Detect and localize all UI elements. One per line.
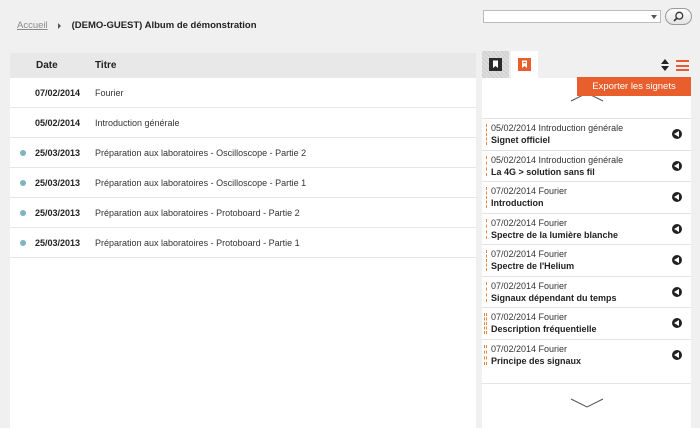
bookmark-item[interactable]: 05/02/2014 Introduction générale La 4G > … bbox=[482, 149, 691, 181]
bookmark-level-marker bbox=[486, 218, 487, 239]
status-dot-icon bbox=[20, 150, 26, 156]
bookmark-name: Principe des signaux bbox=[491, 355, 582, 366]
bookmark-list: 05/02/2014 Introduction générale Signet o… bbox=[482, 118, 691, 370]
bookmark-meta: 07/02/2014 Fourier bbox=[491, 312, 568, 322]
table-row[interactable]: 25/03/2013 Préparation aux laboratoires -… bbox=[10, 198, 476, 228]
bookmark-name: Spectre de l'Helium bbox=[491, 261, 575, 271]
bookmark-meta: 07/02/2014 Fourier bbox=[491, 343, 568, 354]
bookmark-name: Signet officiel bbox=[491, 135, 551, 145]
row-title: Introduction générale bbox=[95, 117, 180, 128]
user-bookmark-icon bbox=[518, 58, 531, 71]
breadcrumb-chevron-right-icon bbox=[57, 22, 61, 29]
bookmark-level-marker bbox=[486, 344, 487, 365]
table-body: 07/02/2014 Fourier 05/02/2014 Introduction … bbox=[10, 78, 476, 258]
bookmark-meta: 07/02/2014 Fourier bbox=[491, 249, 568, 259]
tab-personal-bookmarks[interactable] bbox=[511, 51, 538, 78]
bookmark-item[interactable]: 07/02/2014 Fourier Principe des signaux bbox=[482, 338, 691, 370]
breadcrumb-home-link[interactable]: Accueil bbox=[17, 20, 48, 31]
bookmark-level-marker bbox=[486, 124, 487, 145]
bookmark-level-marker bbox=[486, 155, 487, 176]
bookmark-meta: 07/02/2014 Fourier bbox=[491, 280, 568, 291]
play-bookmark-icon[interactable] bbox=[672, 160, 682, 171]
bookmarks-panel: 05/02/2014 Introduction générale Signet o… bbox=[482, 78, 691, 428]
bookmark-level-marker bbox=[484, 344, 485, 365]
bookmark-name: Spectre de la lumière blanche bbox=[491, 229, 619, 240]
chevron-down-icon bbox=[570, 398, 603, 408]
bookmark-name: Introduction bbox=[491, 198, 544, 208]
column-header-date[interactable]: Date bbox=[10, 60, 95, 71]
status-dot-icon bbox=[20, 210, 26, 216]
bookmark-item[interactable]: 07/02/2014 Fourier Description fréquentie… bbox=[482, 307, 691, 339]
bookmark-item[interactable]: 07/02/2014 Fourier Spectre de la lumière … bbox=[482, 212, 691, 244]
row-date: 07/02/2014 bbox=[35, 87, 81, 98]
bookmark-item[interactable]: 05/02/2014 Introduction générale Signet o… bbox=[482, 118, 691, 150]
bookmark-name: Description fréquentielle bbox=[491, 324, 597, 334]
bookmark-name: La 4G > solution sans fil bbox=[491, 166, 595, 177]
breadcrumb: Accueil (DEMO-GUEST) Album de démonstrat… bbox=[17, 20, 257, 31]
row-title: Préparation aux laboratoires - Oscillosc… bbox=[95, 177, 307, 188]
search-select[interactable] bbox=[483, 10, 661, 23]
row-title: Préparation aux laboratoires - Protoboar… bbox=[95, 207, 300, 218]
row-title: Préparation aux laboratoires - Oscillosc… bbox=[95, 147, 307, 158]
export-bookmarks-button[interactable]: Exporter les signets bbox=[577, 77, 691, 96]
status-dot-icon bbox=[20, 180, 26, 186]
table-row[interactable]: 25/03/2013 Préparation aux laboratoires -… bbox=[10, 228, 476, 258]
bookmark-item[interactable]: 07/02/2014 Fourier Introduction bbox=[482, 181, 691, 213]
bookmark-item[interactable]: 07/02/2014 Fourier Signaux dépendant du t… bbox=[482, 275, 691, 307]
play-bookmark-icon[interactable] bbox=[672, 192, 682, 202]
chevron-down-icon bbox=[651, 15, 657, 19]
table-row[interactable]: 07/02/2014 Fourier bbox=[10, 78, 476, 108]
bookmark-meta: 05/02/2014 Introduction générale bbox=[491, 123, 624, 133]
table-row[interactable]: 25/03/2013 Préparation aux laboratoires -… bbox=[10, 168, 476, 198]
table-row[interactable]: 25/03/2013 Préparation aux laboratoires -… bbox=[10, 138, 476, 168]
status-dot-icon bbox=[20, 240, 26, 246]
search-icon bbox=[673, 11, 684, 22]
bookmark-level-marker bbox=[486, 313, 487, 334]
bookmark-meta: 05/02/2014 Introduction générale bbox=[491, 154, 624, 165]
bookmark-level-marker bbox=[486, 187, 487, 208]
bookmark-level-marker bbox=[486, 250, 487, 271]
row-date: 05/02/2014 bbox=[35, 117, 81, 128]
bookmark-icon bbox=[489, 58, 502, 71]
search-button[interactable] bbox=[665, 8, 692, 25]
play-bookmark-icon[interactable] bbox=[672, 129, 682, 139]
row-title: Préparation aux laboratoires - Protoboar… bbox=[95, 237, 300, 248]
scroll-down-button[interactable] bbox=[482, 383, 691, 421]
table-row[interactable]: 05/02/2014 Introduction générale bbox=[10, 108, 476, 138]
play-bookmark-icon[interactable] bbox=[672, 318, 682, 328]
table-header: Date Titre bbox=[10, 53, 476, 78]
play-bookmark-icon[interactable] bbox=[672, 223, 682, 234]
play-bookmark-icon[interactable] bbox=[672, 286, 682, 297]
bookmark-meta: 07/02/2014 Fourier bbox=[491, 186, 568, 196]
page-title: (DEMO-GUEST) Album de démonstration bbox=[71, 20, 257, 31]
bookmark-level-marker bbox=[486, 281, 487, 302]
row-title: Fourier bbox=[95, 87, 124, 98]
bookmark-item[interactable]: 07/02/2014 Fourier Spectre de l'Helium bbox=[482, 244, 691, 276]
bookmark-meta: 07/02/2014 Fourier bbox=[491, 217, 568, 228]
episode-table: Date Titre 07/02/2014 Fourier 05/02/2014 In… bbox=[10, 53, 476, 428]
menu-icon[interactable] bbox=[676, 60, 689, 71]
play-bookmark-icon[interactable] bbox=[672, 255, 682, 265]
bookmark-level-marker bbox=[484, 313, 485, 334]
tab-official-bookmarks[interactable] bbox=[482, 51, 509, 78]
bookmark-name: Signaux dépendant du temps bbox=[491, 292, 617, 303]
play-bookmark-icon[interactable] bbox=[672, 349, 682, 360]
column-header-title[interactable]: Titre bbox=[95, 60, 117, 71]
sort-icon[interactable] bbox=[661, 59, 669, 71]
